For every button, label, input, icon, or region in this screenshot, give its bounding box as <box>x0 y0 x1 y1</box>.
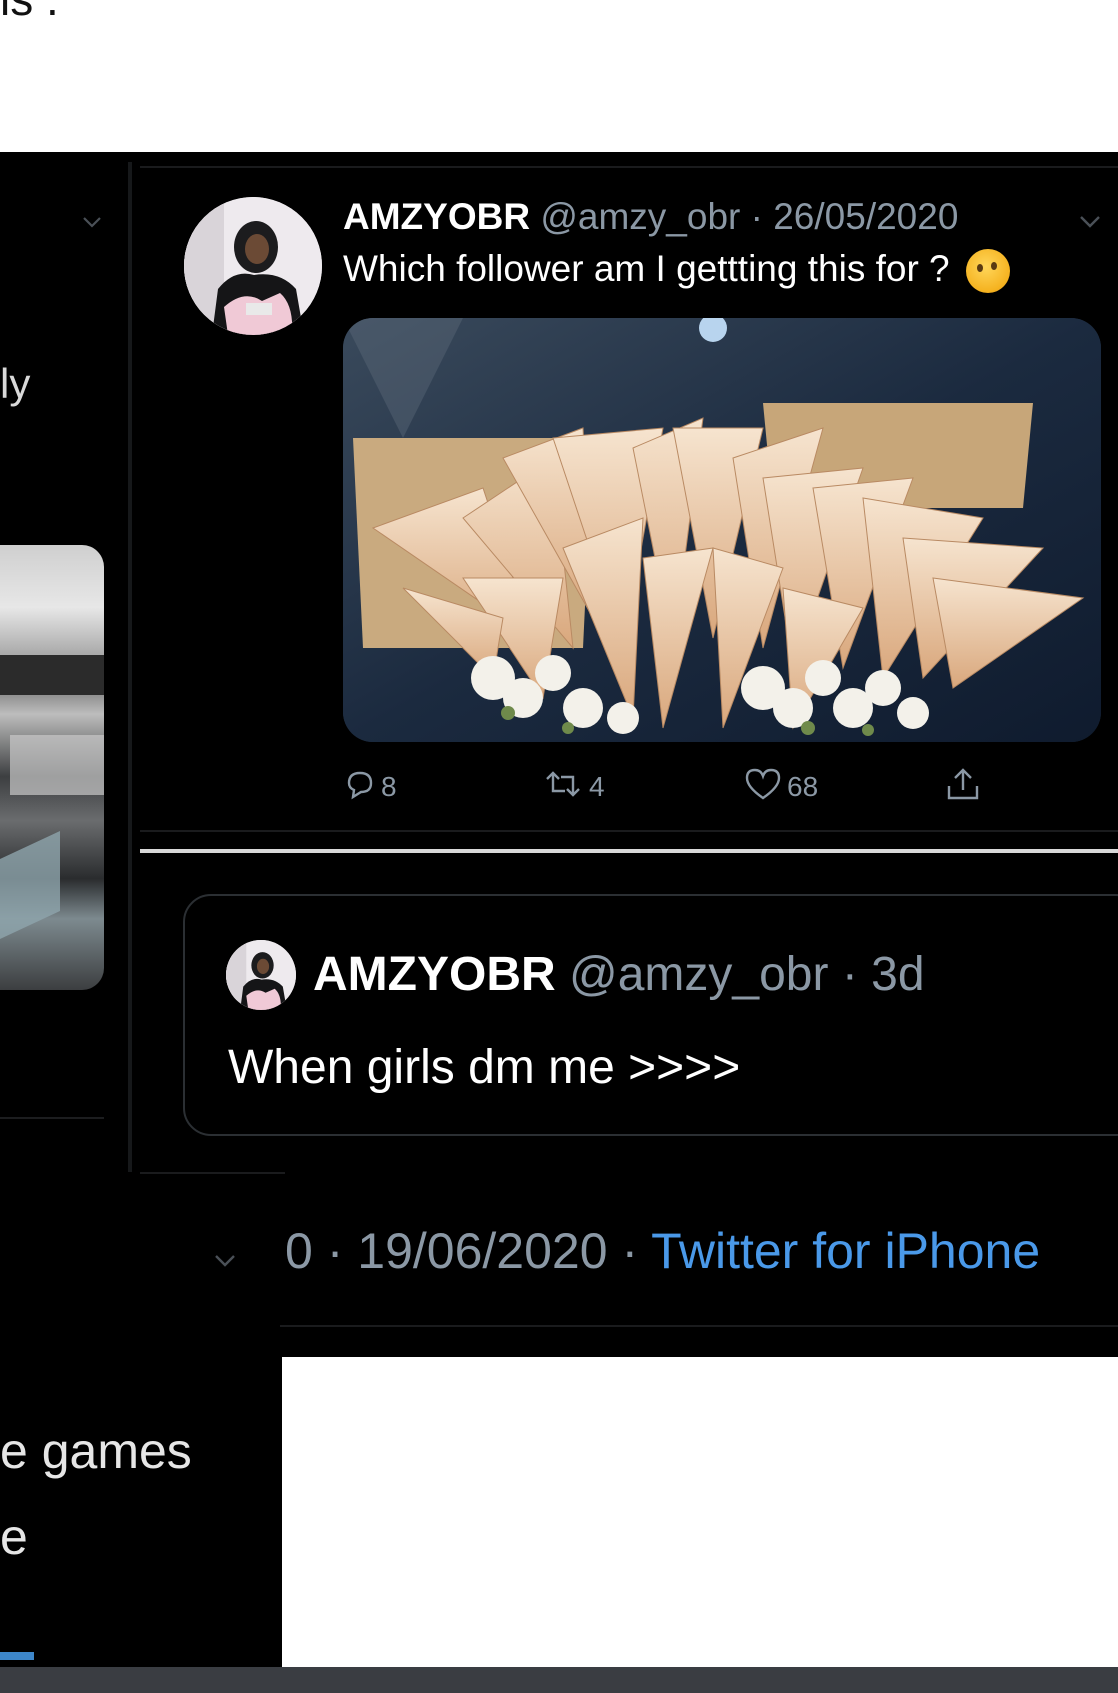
retweet-count: 4 <box>589 771 605 802</box>
cropped-text-fragment: e games <box>0 1423 192 1479</box>
chevron-down-icon[interactable] <box>210 1245 240 1275</box>
reply-button[interactable]: 8 <box>343 762 397 812</box>
cropped-link-fragment <box>0 1652 34 1660</box>
handle[interactable]: @amzy_obr <box>569 948 828 1001</box>
meta-date: 19/06/2020 <box>357 1223 608 1279</box>
chevron-down-icon[interactable] <box>80 210 104 234</box>
tweet-source-link[interactable]: Twitter for iPhone <box>651 1223 1040 1279</box>
tweet-media-image[interactable] <box>343 318 1101 742</box>
separator-dot: · <box>621 1223 639 1279</box>
separator-dot: · <box>750 196 763 237</box>
chevron-down-icon[interactable] <box>1076 207 1104 235</box>
display-name[interactable]: AMZYOBR <box>343 196 530 237</box>
quoted-tweet-header: AMZYOBR @amzy_obr · 3d <box>313 947 925 1002</box>
tweet-text: Which follower am I gettting this for ? <box>343 248 1010 294</box>
blank-area <box>282 1357 1118 1667</box>
tweet-header: AMZYOBR @amzy_obr · 26/05/2020 <box>343 196 958 238</box>
cropped-text-fragment: ly <box>0 360 31 407</box>
tweet-body: Which follower am I gettting this for ? <box>343 248 950 289</box>
tweet-date[interactable]: 26/05/2020 <box>773 196 958 237</box>
separator-dot: · <box>841 948 858 1001</box>
reply-icon <box>343 767 381 808</box>
avatar[interactable] <box>226 940 296 1010</box>
like-button[interactable]: 68 <box>743 762 818 812</box>
avatar[interactable] <box>184 197 322 335</box>
divider <box>140 830 1118 832</box>
quoted-tweet-age: 3d <box>871 948 925 1001</box>
tweet-meta: 0 · 19/06/2020 · Twitter for iPhone <box>285 1222 1040 1280</box>
heart-icon <box>743 767 787 808</box>
quoted-tweet-card[interactable] <box>183 894 1118 1136</box>
share-button[interactable] <box>943 762 987 812</box>
divider <box>140 1172 285 1174</box>
retweet-button[interactable]: 4 <box>541 762 605 812</box>
separator-dot: · <box>326 1223 344 1279</box>
handle[interactable]: @amzy_obr <box>540 196 740 237</box>
meta-count: 0 <box>285 1223 313 1279</box>
display-name[interactable]: AMZYOBR <box>313 948 556 1001</box>
cropped-tweet-image <box>0 545 104 990</box>
divider <box>140 849 1118 853</box>
like-count: 68 <box>787 771 819 802</box>
thinking-face-icon <box>965 249 1010 294</box>
quoted-tweet-text: When girls dm me >>>> <box>228 1041 741 1094</box>
cropped-caption-text: is . <box>0 0 59 26</box>
retweet-icon <box>541 767 589 808</box>
divider <box>280 1325 1118 1327</box>
divider <box>140 166 1118 168</box>
share-icon <box>943 764 987 811</box>
tweet-actions: 8 4 68 <box>343 762 1003 812</box>
reply-count: 8 <box>381 771 397 802</box>
cropped-text-fragment: e <box>0 1509 28 1565</box>
bottom-bar <box>0 1667 1118 1693</box>
column-divider <box>128 162 132 1172</box>
divider <box>0 1117 104 1119</box>
